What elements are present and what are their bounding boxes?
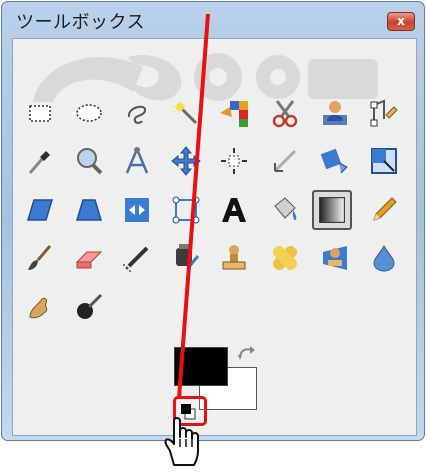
select-by-color-icon: [220, 101, 248, 127]
airbrush-icon: [123, 246, 149, 272]
paintbrush-tool[interactable]: [24, 242, 56, 274]
smudge-icon: [29, 297, 48, 319]
scale-icon: [371, 148, 397, 174]
shear-tool[interactable]: [24, 194, 56, 226]
scale-tool[interactable]: [368, 145, 400, 177]
heal-tool[interactable]: [269, 242, 301, 274]
rotate-tool[interactable]: [319, 145, 351, 177]
perspective-clone-icon: [323, 246, 347, 270]
flip-tool[interactable]: [121, 194, 153, 226]
zoom-tool[interactable]: [73, 145, 105, 177]
foreground-select-icon: [323, 101, 347, 125]
smudge-tool[interactable]: [24, 291, 56, 323]
airbrush-tool[interactable]: [121, 242, 153, 274]
paintbrush-icon: [28, 245, 52, 270]
cage-transform-tool[interactable]: [170, 194, 202, 226]
foreground-select-tool[interactable]: [319, 97, 351, 129]
zoom-icon: [77, 148, 103, 175]
foreground-color-swatch[interactable]: [174, 347, 228, 386]
swap-colors-icon[interactable]: [236, 344, 258, 364]
ink-tool[interactable]: [170, 242, 202, 274]
rect-select-tool[interactable]: [24, 97, 56, 129]
clone-tool[interactable]: [218, 242, 250, 274]
pencil-tool[interactable]: [368, 194, 400, 226]
text-tool[interactable]: [218, 194, 250, 226]
window-title: ツールボックス: [16, 12, 145, 33]
close-icon: x: [397, 14, 405, 28]
free-select-icon: [127, 105, 147, 124]
scissors-select-icon: [272, 100, 298, 128]
perspective-clone-tool[interactable]: [319, 242, 351, 274]
select-by-color-tool[interactable]: [218, 97, 250, 129]
color-picker-icon: [28, 151, 50, 174]
close-button[interactable]: x: [387, 12, 415, 31]
heal-icon: [272, 245, 298, 271]
blur-sharpen-tool[interactable]: [368, 242, 400, 274]
pencil-icon: [373, 197, 397, 221]
toolbox-panel: [12, 38, 417, 436]
measure-icon: [125, 147, 149, 174]
shear-icon: [26, 199, 54, 221]
wilber-watermark-icon: [33, 53, 378, 102]
crop-tool[interactable]: [269, 145, 301, 177]
blend-tool[interactable]: [312, 190, 352, 230]
move-icon: [171, 146, 201, 176]
bucket-fill-tool[interactable]: [269, 194, 301, 226]
text-icon: [222, 198, 246, 222]
clone-icon: [222, 245, 246, 270]
toolbox-window: ツールボックス x: [1, 1, 425, 441]
blur-sharpen-icon: [373, 244, 395, 272]
bucket-fill-icon: [274, 197, 297, 220]
perspective-icon: [75, 199, 103, 221]
ellipse-select-tool[interactable]: [73, 97, 105, 129]
dodge-burn-tool[interactable]: [73, 291, 105, 323]
align-tool[interactable]: [218, 145, 250, 177]
paths-tool[interactable]: [368, 97, 400, 129]
color-picker-tool[interactable]: [24, 145, 56, 177]
blend-icon: [319, 197, 345, 223]
crop-icon: [273, 149, 297, 173]
scissors-select-tool[interactable]: [269, 97, 301, 129]
move-tool[interactable]: [170, 145, 202, 177]
align-icon: [221, 148, 247, 174]
dodge-burn-icon: [77, 293, 103, 319]
cage-transform-icon: [172, 196, 200, 224]
perspective-tool[interactable]: [73, 194, 105, 226]
rotate-icon: [320, 148, 348, 174]
color-area: [171, 344, 261, 426]
hand-cursor-icon: [164, 417, 199, 466]
fuzzy-select-icon: [173, 99, 198, 125]
free-select-tool[interactable]: [121, 97, 153, 129]
eraser-icon: [75, 251, 103, 269]
fuzzy-select-tool[interactable]: [170, 97, 202, 129]
flip-icon: [125, 198, 149, 222]
ink-icon: [176, 244, 200, 269]
eraser-tool[interactable]: [73, 242, 105, 274]
paths-icon: [370, 99, 398, 127]
measure-tool[interactable]: [121, 145, 153, 177]
rect-select-icon: [29, 105, 51, 122]
ellipse-select-icon: [76, 104, 102, 122]
